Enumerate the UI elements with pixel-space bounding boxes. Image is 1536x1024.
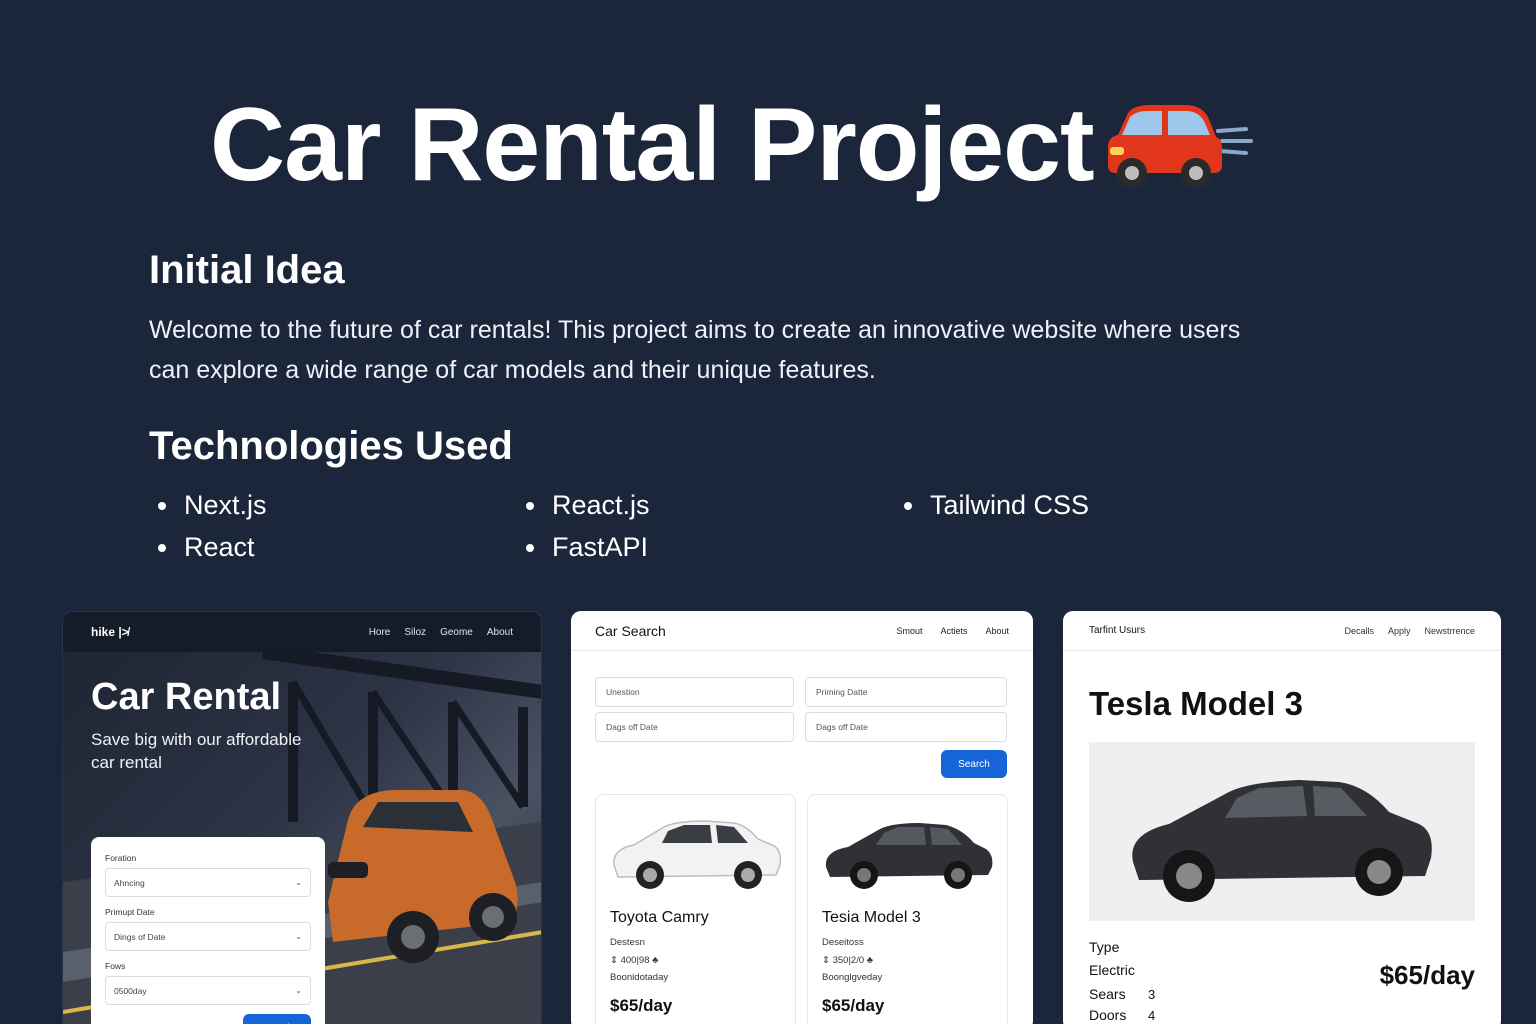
bullet-icon — [526, 501, 534, 510]
car-detail-brand[interactable]: Tarfint Usurs — [1089, 625, 1145, 636]
tech-label: Next.js — [184, 490, 267, 520]
bullet-icon — [526, 543, 534, 552]
car-price: $65/day — [822, 996, 885, 1015]
nav-link[interactable]: Newstrrence — [1424, 626, 1475, 636]
tech-label: React — [184, 532, 255, 562]
spec-doors-value: 4 — [1148, 1008, 1156, 1023]
car-detail-price: $65/day — [1379, 960, 1475, 990]
tech-item: React — [158, 532, 255, 563]
location-select[interactable]: Ahncing ⌄ — [105, 868, 311, 897]
car-image — [825, 823, 993, 889]
hero-subtitle: Save big with our affordable car rental — [91, 730, 302, 772]
landing-logo[interactable]: hike |≯ — [91, 625, 129, 639]
tech-item: Next.js — [158, 490, 267, 521]
intro-line-2: can explore a wide range of car models a… — [149, 356, 876, 384]
bullet-icon — [158, 501, 166, 510]
pickup-date-input[interactable]: Priming Datte — [805, 677, 1007, 707]
car-search-brand[interactable]: Car Search — [595, 623, 666, 639]
location-input[interactable]: Unestion — [595, 677, 794, 707]
tech-item: FastAPI — [526, 532, 648, 563]
bullet-icon — [904, 501, 912, 510]
intro-line-1: Welcome to the future of car rentals! Th… — [149, 316, 1241, 344]
spec-seats-value: 3 — [1148, 987, 1156, 1002]
landing-screenshot-card: hike |≯ Hore Siloz Geome About Car Renta… — [62, 611, 542, 1024]
car-booking: Boonglgveday — [822, 972, 883, 983]
tesla-image — [1132, 780, 1432, 902]
tech-label: React.js — [552, 490, 650, 520]
location-label: Foration — [105, 853, 137, 863]
nav-link[interactable]: Geome — [440, 627, 473, 638]
nav-link[interactable]: Decalls — [1344, 626, 1374, 636]
spec-type-label: Type — [1089, 939, 1120, 955]
booking-form: Foration Ahncing ⌄ Primupt Date Dings of … — [91, 837, 325, 1024]
search-button[interactable]: Search — [941, 750, 1007, 778]
nav-link[interactable]: Hore — [369, 627, 391, 638]
dropoff-date-input-2[interactable]: Dags off Date — [805, 712, 1007, 742]
car-image — [613, 820, 782, 889]
chevron-down-icon: ⌄ — [295, 878, 302, 887]
hero-title: Car Rental — [91, 676, 282, 718]
car-detail-title: Tesla Model 3 — [1089, 685, 1303, 722]
page-title: Car Rental Project — [210, 87, 1095, 203]
initial-idea-heading: Initial Idea — [149, 248, 345, 292]
tech-item: React.js — [526, 490, 650, 521]
search-button[interactable]: Search — [243, 1014, 311, 1024]
intro-paragraph: Welcome to the future of car rentals! Th… — [149, 310, 1379, 390]
tech-label: FastAPI — [552, 532, 649, 562]
car-emoji-icon — [1107, 105, 1253, 189]
spec-electric-label: Electric — [1089, 962, 1135, 978]
car-detail-nav: Tarfint Usurs Decalls Apply Newstrrence — [1063, 611, 1501, 651]
spec-seats-label: Sears — [1089, 986, 1126, 1002]
hero-banner: Car Rental Save big with our affordable … — [63, 652, 541, 1024]
car-spec: ⇕ 350|2/0 ♣ — [822, 955, 873, 966]
car-search-nav: Car Search Smout Actiets About — [571, 611, 1033, 651]
car-search-screenshot-card: Car Search Smout Actiets About Unestion … — [571, 611, 1033, 1024]
car-detail-screenshot-card: Tarfint Usurs Decalls Apply Newstrrence … — [1063, 611, 1501, 1024]
car-spec: ⇕ 400|98 ♣ — [610, 955, 659, 966]
fows-select[interactable]: 0500day ⌄ — [105, 976, 311, 1005]
pickup-date-select[interactable]: Dings of Date ⌄ — [105, 922, 311, 951]
car-result-card[interactable]: Toyota Camry Destesn ⇕ 400|98 ♣ Boonidot… — [595, 794, 796, 1024]
car-result-card[interactable]: Tesia Model 3 Deseitoss ⇕ 350|2/0 ♣ Boon… — [807, 794, 1008, 1024]
fows-value: 0500day — [114, 985, 147, 996]
tech-item: Tailwind CSS — [904, 490, 1089, 521]
nav-link[interactable]: About — [985, 626, 1009, 636]
car-label: Destesn — [610, 937, 645, 948]
nav-link[interactable]: About — [487, 627, 513, 638]
car-label: Deseitoss — [822, 937, 864, 948]
location-value: Ahncing — [114, 877, 145, 888]
nav-link[interactable]: Apply — [1388, 626, 1411, 636]
bullet-icon — [158, 543, 166, 552]
nav-link[interactable]: Smout — [896, 626, 922, 636]
pickup-date-value: Dings of Date — [114, 931, 166, 942]
title-row: Car Rental Project — [210, 88, 1256, 202]
nav-link[interactable]: Actiets — [940, 626, 967, 636]
fows-label: Fows — [105, 961, 126, 971]
car-price: $65/day — [610, 996, 673, 1015]
pickup-date-label: Primupt Date — [105, 907, 155, 917]
landing-nav: hike |≯ Hore Siloz Geome About — [63, 612, 541, 652]
car-name: Tesia Model 3 — [822, 909, 921, 926]
spec-doors-label: Doors — [1089, 1007, 1127, 1023]
technologies-heading: Technologies Used — [149, 424, 513, 468]
car-booking: Boonidotaday — [610, 972, 669, 983]
chevron-down-icon: ⌄ — [295, 932, 302, 941]
car-detail-image — [1089, 742, 1475, 921]
car-name: Toyota Camry — [610, 909, 709, 926]
chevron-down-icon: ⌄ — [295, 986, 302, 995]
nav-link[interactable]: Siloz — [404, 627, 426, 638]
tech-label: Tailwind CSS — [930, 490, 1090, 520]
dropoff-date-input[interactable]: Dags off Date — [595, 712, 794, 742]
